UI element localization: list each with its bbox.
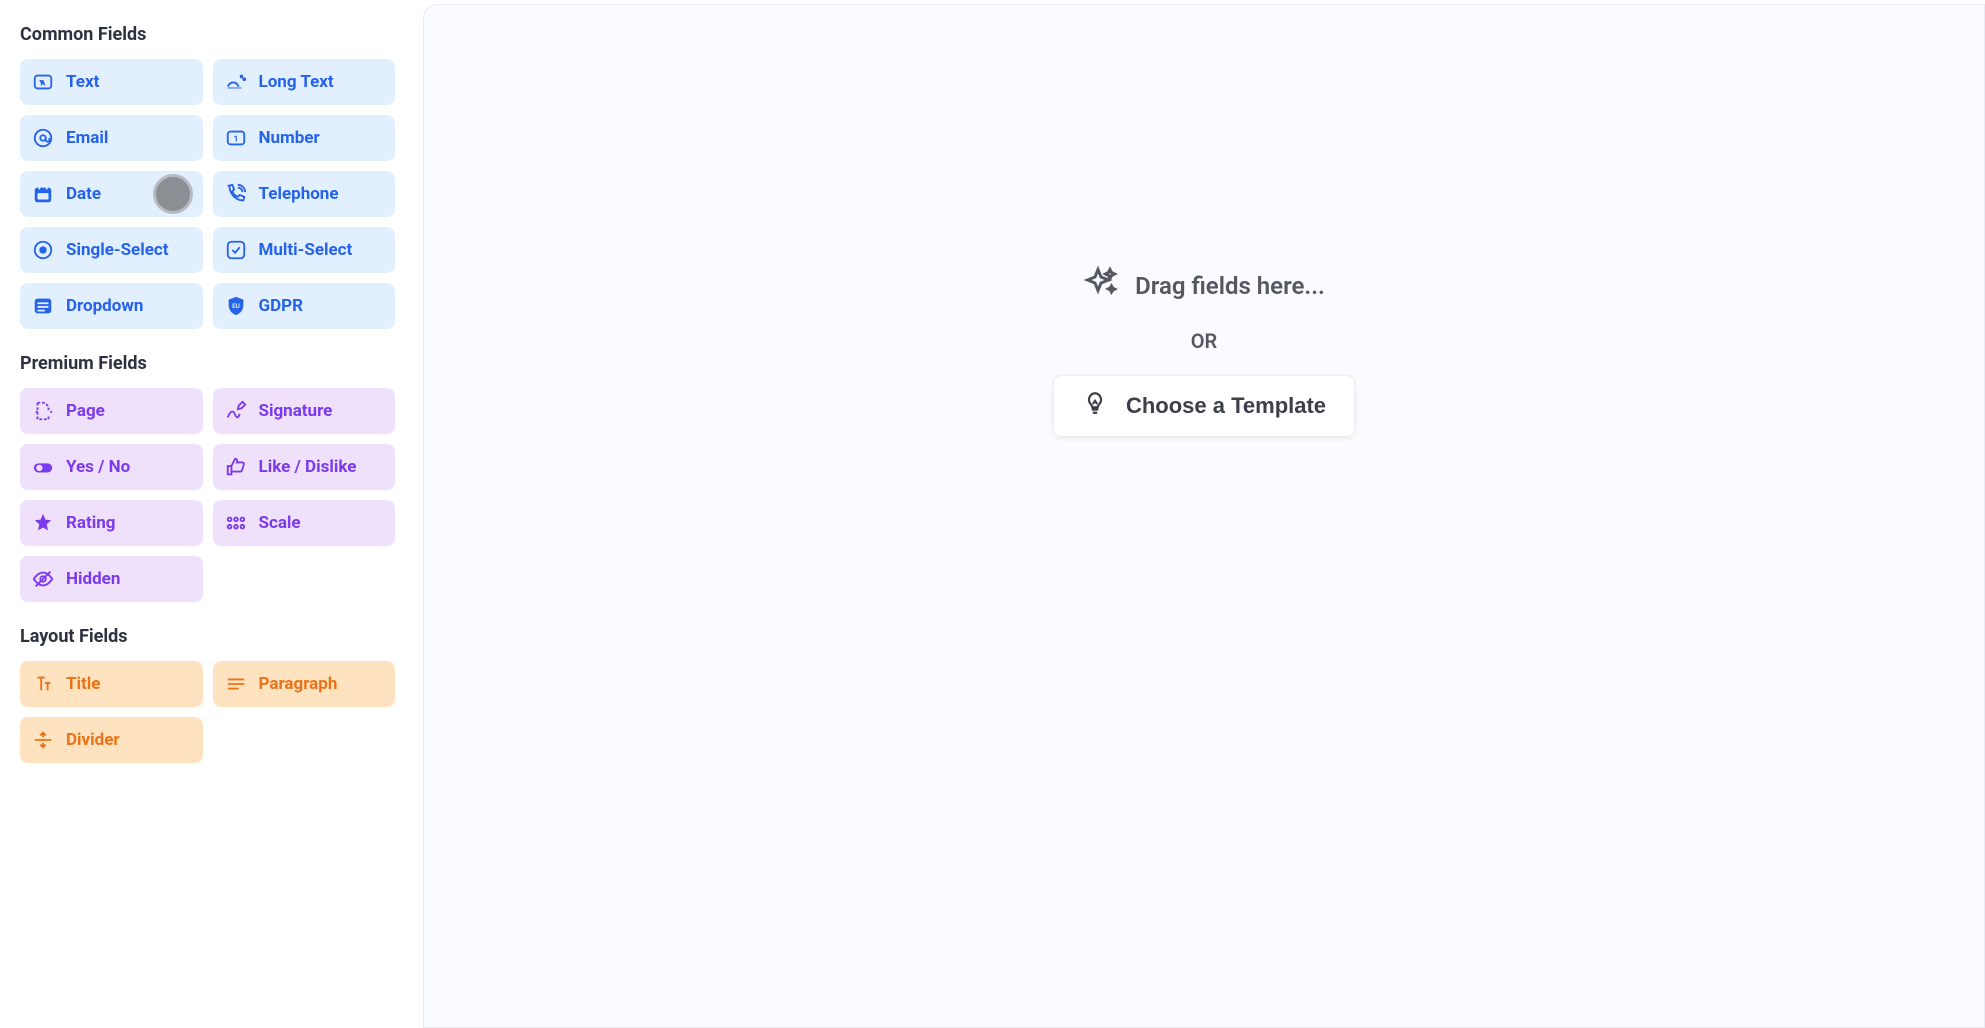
- field-number-label: Number: [259, 128, 320, 148]
- layout-fields-heading: Layout Fields: [20, 626, 395, 647]
- long-text-icon: [225, 71, 247, 93]
- field-divider[interactable]: Divider: [20, 717, 203, 763]
- common-fields-section: Common Fields A Text Long Text Email: [20, 24, 395, 329]
- drag-fields-hint: Drag fields here...: [1083, 265, 1325, 307]
- field-gdpr[interactable]: EU GDPR: [213, 283, 396, 329]
- field-dropdown[interactable]: Dropdown: [20, 283, 203, 329]
- field-rating[interactable]: Rating: [20, 500, 203, 546]
- svg-text:A: A: [41, 79, 46, 88]
- field-telephone[interactable]: Telephone: [213, 171, 396, 217]
- field-rating-label: Rating: [66, 513, 115, 533]
- date-icon: [32, 183, 54, 205]
- field-like-dislike[interactable]: Like / Dislike: [213, 444, 396, 490]
- field-email-label: Email: [66, 128, 108, 148]
- title-icon: [32, 673, 54, 695]
- field-paragraph[interactable]: Paragraph: [213, 661, 396, 707]
- layout-fields-grid: Title Paragraph Divider: [20, 661, 395, 763]
- field-divider-label: Divider: [66, 730, 120, 750]
- form-canvas[interactable]: Drag fields here... OR Choose a Template: [423, 4, 1985, 1028]
- field-hidden[interactable]: Hidden: [20, 556, 203, 602]
- common-fields-heading: Common Fields: [20, 24, 395, 45]
- text-icon: A: [32, 71, 54, 93]
- layout-fields-section: Layout Fields Title Paragraph Divider: [20, 626, 395, 763]
- number-icon: 1: [225, 127, 247, 149]
- or-label: OR: [1191, 329, 1218, 353]
- field-yes-no-label: Yes / No: [66, 457, 130, 477]
- field-date[interactable]: Date: [20, 171, 203, 217]
- like-dislike-icon: [225, 456, 247, 478]
- field-text[interactable]: A Text: [20, 59, 203, 105]
- field-single-select[interactable]: Single-Select: [20, 227, 203, 273]
- field-hidden-label: Hidden: [66, 569, 120, 589]
- common-fields-grid: A Text Long Text Email 1 Num: [20, 59, 395, 329]
- signature-icon: [225, 400, 247, 422]
- gdpr-icon: EU: [225, 295, 247, 317]
- yes-no-icon: [32, 456, 54, 478]
- choose-template-label: Choose a Template: [1126, 393, 1326, 419]
- field-like-dislike-label: Like / Dislike: [259, 457, 357, 477]
- premium-fields-grid: Page Signature Yes / No Like / Dislike: [20, 388, 395, 602]
- multi-select-icon: [225, 239, 247, 261]
- field-text-label: Text: [66, 72, 99, 92]
- field-multi-select-label: Multi-Select: [259, 240, 353, 260]
- field-long-text[interactable]: Long Text: [213, 59, 396, 105]
- form-canvas-wrapper: Drag fields here... OR Choose a Template: [415, 0, 1985, 1028]
- field-scale-label: Scale: [259, 513, 301, 533]
- field-single-select-label: Single-Select: [66, 240, 169, 260]
- field-scale[interactable]: Scale: [213, 500, 396, 546]
- rating-icon: [32, 512, 54, 534]
- svg-text:1: 1: [233, 135, 238, 145]
- field-signature-label: Signature: [259, 401, 333, 421]
- page-icon: [32, 400, 54, 422]
- field-page[interactable]: Page: [20, 388, 203, 434]
- field-email[interactable]: Email: [20, 115, 203, 161]
- field-gdpr-label: GDPR: [259, 296, 303, 316]
- drag-fields-hint-text: Drag fields here...: [1135, 272, 1325, 300]
- sparkle-icon: [1083, 265, 1119, 307]
- cursor-indicator: [153, 174, 193, 214]
- field-date-label: Date: [66, 184, 101, 204]
- field-number[interactable]: 1 Number: [213, 115, 396, 161]
- lightbulb-icon: [1082, 390, 1108, 422]
- field-paragraph-label: Paragraph: [259, 674, 338, 694]
- telephone-icon: [225, 183, 247, 205]
- field-title-label: Title: [66, 674, 100, 694]
- field-yes-no[interactable]: Yes / No: [20, 444, 203, 490]
- svg-text:EU: EU: [232, 302, 240, 310]
- field-page-label: Page: [66, 401, 105, 421]
- email-icon: [32, 127, 54, 149]
- field-title[interactable]: Title: [20, 661, 203, 707]
- hidden-icon: [32, 568, 54, 590]
- premium-fields-section: Premium Fields Page Signature Yes / No: [20, 353, 395, 602]
- scale-icon: [225, 512, 247, 534]
- field-dropdown-label: Dropdown: [66, 296, 143, 316]
- choose-template-button[interactable]: Choose a Template: [1053, 375, 1355, 437]
- divider-icon: [32, 729, 54, 751]
- field-long-text-label: Long Text: [259, 72, 334, 92]
- paragraph-icon: [225, 673, 247, 695]
- premium-fields-heading: Premium Fields: [20, 353, 395, 374]
- field-signature[interactable]: Signature: [213, 388, 396, 434]
- field-multi-select[interactable]: Multi-Select: [213, 227, 396, 273]
- single-select-icon: [32, 239, 54, 261]
- dropdown-icon: [32, 295, 54, 317]
- field-telephone-label: Telephone: [259, 184, 339, 204]
- fields-sidebar: Common Fields A Text Long Text Email: [0, 0, 415, 1028]
